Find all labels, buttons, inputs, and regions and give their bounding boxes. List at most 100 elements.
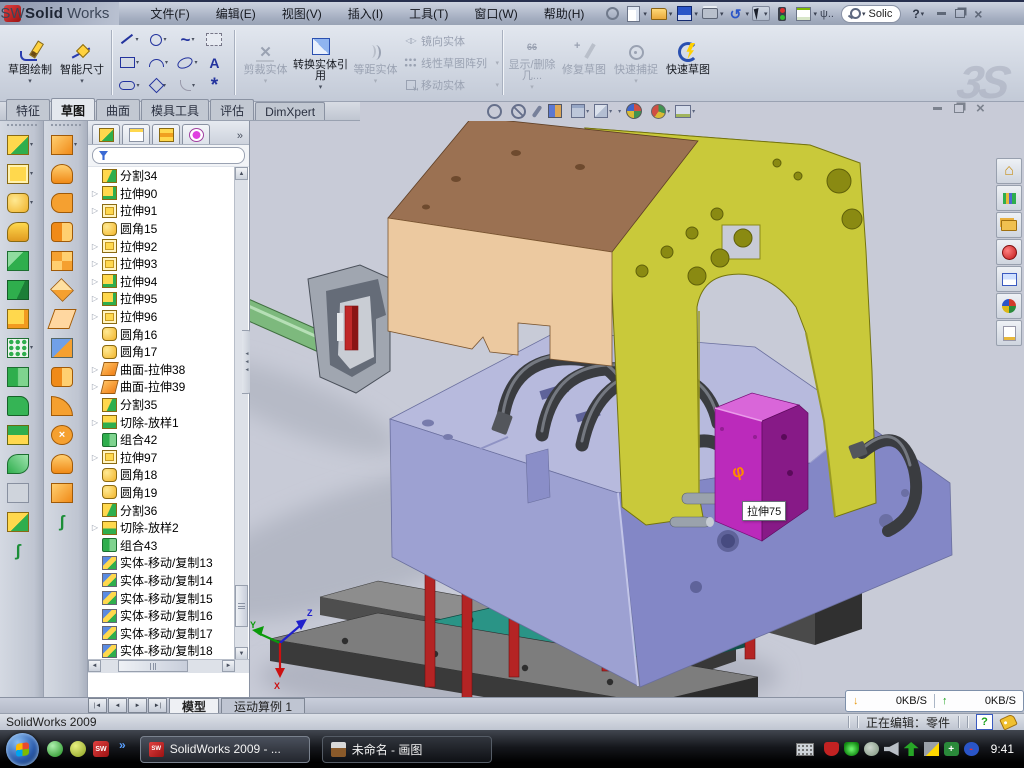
- task-pane-tab[interactable]: [996, 320, 1022, 346]
- tab-nav-button[interactable]: ►: [128, 698, 147, 713]
- task-pane-tab[interactable]: [996, 212, 1022, 238]
- menu-item[interactable]: 工具(T): [396, 1, 461, 26]
- feature-tool-button[interactable]: ▾: [0, 188, 43, 217]
- expand-arrow-icon[interactable]: ▷: [91, 189, 99, 198]
- expand-arrow-icon[interactable]: ▷: [91, 523, 99, 532]
- command-button[interactable]: 草图绘制 ▾: [4, 27, 56, 98]
- tree-item[interactable]: ▷ 切除-放样2: [88, 519, 236, 537]
- tree-item[interactable]: ▷ 拉伸92: [88, 237, 236, 255]
- surface-tool-button[interactable]: ▾: [44, 391, 87, 420]
- sketch-tool-button[interactable]: ▾: [173, 51, 202, 74]
- keyboard-layout-icon[interactable]: [796, 743, 814, 756]
- tray-icon[interactable]: [904, 742, 919, 756]
- panel-tab[interactable]: [152, 124, 180, 144]
- search-input[interactable]: Solic: [868, 8, 892, 20]
- save-button[interactable]: [675, 6, 693, 22]
- dropdown-arrow-icon[interactable]: ▾: [495, 81, 499, 89]
- menu-item[interactable]: 窗口(W): [461, 1, 530, 26]
- dropdown-arrow-icon[interactable]: ▾: [609, 108, 612, 115]
- feature-tool-button[interactable]: ▾: [0, 333, 43, 362]
- doc-minimize-button[interactable]: [933, 107, 942, 110]
- menu-item[interactable]: 文件(F): [137, 1, 202, 26]
- feature-tool-button[interactable]: ▾: [0, 420, 43, 449]
- command-button[interactable]: 显示/删除几... ▾: [506, 27, 558, 98]
- sketch-tool-button[interactable]: ▾: [144, 74, 173, 97]
- quick-launch-icon[interactable]: [70, 741, 86, 757]
- tree-item[interactable]: ▷ 圆角18: [88, 466, 236, 484]
- tree-item[interactable]: ▷ 拉伸94: [88, 273, 236, 291]
- tab-nav-button[interactable]: ◄: [108, 698, 127, 713]
- tree-item[interactable]: ▷ 实体-移动/复制16: [88, 607, 236, 625]
- scroll-thumb[interactable]: [118, 660, 188, 672]
- expand-arrow-icon[interactable]: ▷: [91, 312, 99, 321]
- task-pane-tab[interactable]: [996, 185, 1022, 211]
- tree-item[interactable]: ▷ 组合43: [88, 536, 236, 554]
- scroll-thumb[interactable]: [235, 585, 248, 627]
- expand-arrow-icon[interactable]: ▷: [91, 206, 99, 215]
- search-box[interactable]: ▾ Solic: [841, 5, 901, 23]
- surface-tool-button[interactable]: ▾: [44, 362, 87, 391]
- panel-tab[interactable]: [92, 124, 120, 144]
- tray-icon[interactable]: [884, 742, 899, 756]
- panel-tab[interactable]: [182, 124, 210, 144]
- tray-icon[interactable]: +: [944, 742, 959, 756]
- dropdown-arrow-icon[interactable]: ▾: [194, 59, 197, 66]
- command-button[interactable]: 智能尺寸 ▾: [56, 27, 108, 98]
- surface-tool-button[interactable]: ▾: [44, 130, 87, 159]
- dropdown-arrow-icon[interactable]: ▾: [264, 77, 268, 85]
- close-button[interactable]: ×: [974, 9, 982, 19]
- panel-tab[interactable]: [122, 124, 150, 144]
- tree-item[interactable]: ▷ 实体-移动/复制18: [88, 642, 236, 660]
- task-pane-tab[interactable]: [996, 239, 1022, 265]
- tree-item[interactable]: ▷ 圆角19: [88, 484, 236, 502]
- feature-tool-button[interactable]: ▾: [0, 362, 43, 391]
- tag-icon[interactable]: [999, 713, 1018, 730]
- dropdown-arrow-icon[interactable]: ▾: [667, 108, 670, 115]
- feature-tool-button[interactable]: ▾: [0, 478, 43, 507]
- tree-item[interactable]: ▷ 实体-移动/复制17: [88, 624, 236, 642]
- dropdown-arrow-icon[interactable]: ▾: [692, 108, 695, 115]
- tree-item[interactable]: ▷ 实体-移动/复制15: [88, 589, 236, 607]
- command-button[interactable]: 转换实体引用 ▾: [293, 27, 348, 98]
- command-button[interactable]: 修复草图 ▾: [558, 27, 610, 98]
- feature-tool-button[interactable]: ▾: [0, 304, 43, 333]
- sketch-tool-button[interactable]: ▾: [115, 74, 144, 97]
- tree-item[interactable]: ▷ 拉伸96: [88, 308, 236, 326]
- undo-button[interactable]: ↺: [726, 6, 744, 22]
- expand-arrow-icon[interactable]: ▷: [91, 418, 99, 427]
- menu-item[interactable]: 插入(I): [335, 1, 396, 26]
- dropdown-arrow-icon[interactable]: ▾: [530, 83, 534, 91]
- dropdown-arrow-icon[interactable]: ▾: [319, 83, 323, 91]
- dropdown-arrow-icon[interactable]: ▾: [30, 141, 36, 148]
- feature-tool-button[interactable]: ▾: [0, 217, 43, 246]
- model-tab[interactable]: 模型: [169, 698, 219, 713]
- command-button[interactable]: 移动实体 ▾: [403, 75, 499, 95]
- rebuild-button[interactable]: [773, 6, 791, 22]
- options-button[interactable]: [794, 6, 812, 22]
- taskbar-window-button[interactable]: SW SolidWorks 2009 - ...: [140, 736, 310, 763]
- dropdown-arrow-icon[interactable]: ▾: [80, 77, 84, 85]
- command-manager-tab[interactable]: 草图: [51, 98, 95, 120]
- toolbar-overflow[interactable]: ψ..: [820, 8, 834, 20]
- scroll-up-button[interactable]: ▲: [235, 167, 248, 180]
- task-pane-tab[interactable]: [996, 266, 1022, 292]
- view-tool-button[interactable]: ▾: [511, 104, 530, 119]
- minimize-button[interactable]: [937, 12, 946, 15]
- command-manager-tab[interactable]: 评估: [210, 99, 254, 120]
- tray-icon[interactable]: -: [964, 742, 979, 756]
- expand-arrow-icon[interactable]: ▷: [91, 382, 99, 391]
- tray-icon[interactable]: [924, 742, 939, 756]
- command-button[interactable]: 线性草图阵列 ▾: [403, 53, 499, 73]
- view-tool-button[interactable]: ▾: [535, 105, 543, 118]
- view-tool-button[interactable]: ▾: [548, 104, 566, 118]
- doc-close-button[interactable]: ×: [976, 104, 985, 113]
- menu-item[interactable]: 视图(V): [269, 1, 335, 26]
- feature-tool-button[interactable]: ▾: [0, 507, 43, 536]
- command-button[interactable]: 快速草图 ▾: [662, 27, 714, 98]
- command-manager-tab[interactable]: 模具工具: [141, 99, 209, 120]
- dropdown-arrow-icon[interactable]: ▾: [586, 108, 589, 115]
- feature-tool-button[interactable]: ▾: [0, 159, 43, 188]
- help-button[interactable]: ?: [912, 7, 919, 21]
- task-pane-tab[interactable]: [996, 293, 1022, 319]
- tree-item[interactable]: ▷ 分割34: [88, 167, 236, 185]
